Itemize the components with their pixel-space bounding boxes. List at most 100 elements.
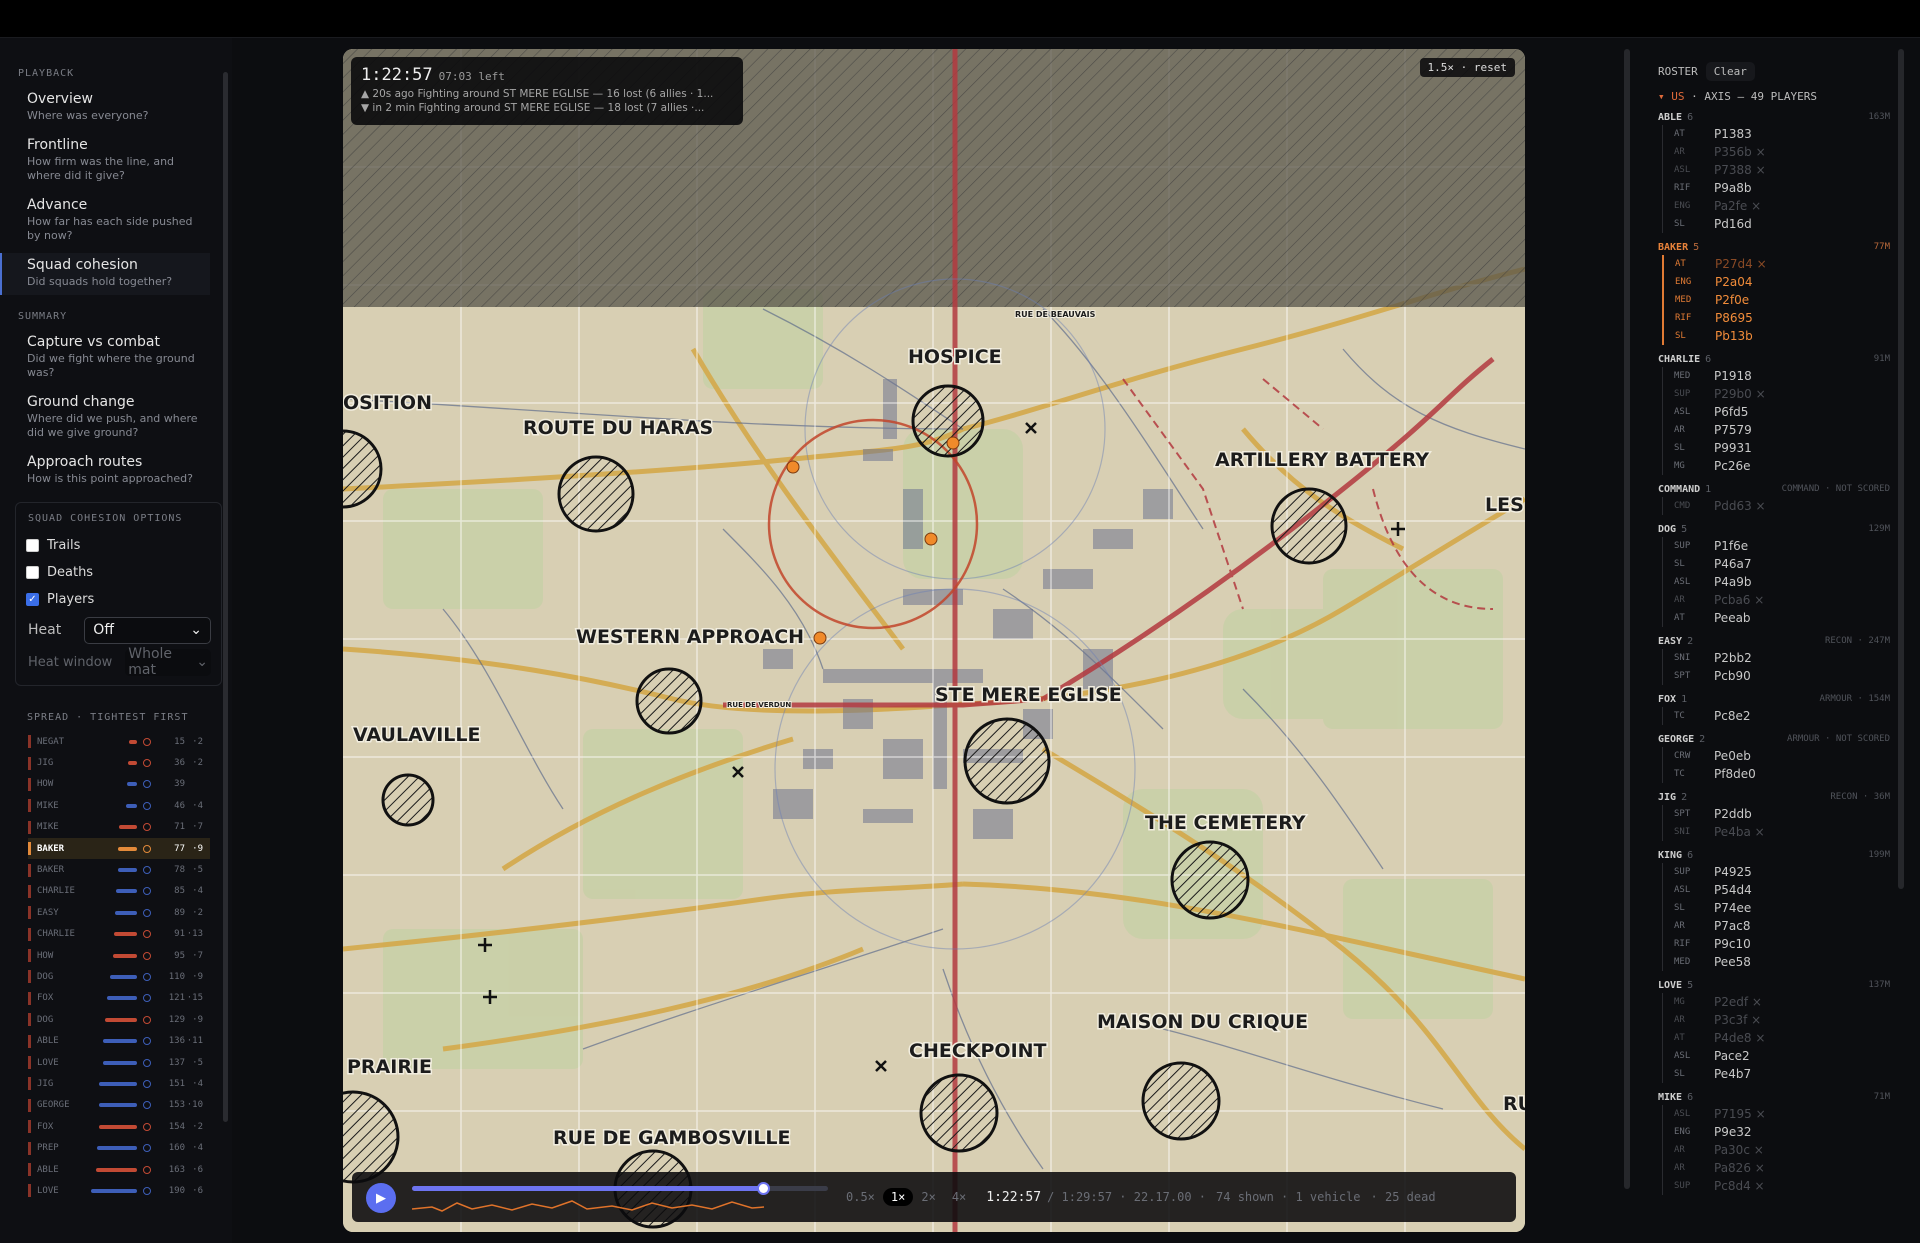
squad-group[interactable]: CHARLIE 6 91M MED P1918 SUP P29b0 × ASL P6fd5 AR P…	[1658, 351, 1890, 475]
player-row[interactable]: CRW Pe0eb	[1674, 747, 1890, 765]
map-canvas[interactable]: HOSPICE ROUTE DU HARAS ARTILLERY BATTERY…	[343, 49, 1525, 1232]
play-icon[interactable]: ▶	[366, 1183, 396, 1213]
spread-row[interactable]: LOVE 137 ·5	[28, 1052, 210, 1073]
player-row[interactable]: MG Pc26e	[1674, 457, 1890, 475]
player-row[interactable]: AT P4de8 ×	[1674, 1029, 1890, 1047]
heat-select[interactable]: Off ⌄	[84, 616, 211, 644]
squad-group[interactable]: COMMAND 1 COMMAND · NOT SCORED CMD Pdd63 ×	[1658, 481, 1890, 515]
checkbox-box-checked[interactable]: ✓	[26, 593, 39, 606]
squad-header[interactable]: ABLE 6 163M	[1658, 109, 1890, 125]
spread-row[interactable]: CHARLIE 85 ·4	[28, 881, 210, 902]
player-row[interactable]: SL P9931	[1674, 439, 1890, 457]
player-row[interactable]: SL Pb13b	[1675, 327, 1890, 345]
recent-event[interactable]: ▲ 20s ago Fighting around ST MERE EGLISE…	[361, 88, 733, 100]
nav-item[interactable]: Ground change Where did we push, and wher…	[0, 390, 210, 446]
player-row[interactable]: ASL P7388 ×	[1674, 161, 1890, 179]
heat-window-select[interactable]: Whole mat ⌄	[125, 646, 211, 678]
player-row[interactable]: AT P1383	[1674, 125, 1890, 143]
squad-header[interactable]: COMMAND 1 COMMAND · NOT SCORED	[1658, 481, 1890, 497]
squad-group[interactable]: JIG 2 RECON · 36M SPT P2ddb SNI Pe4ba ×	[1658, 789, 1890, 841]
player-row[interactable]: ASL P4a9b	[1674, 573, 1890, 591]
squad-group[interactable]: FOX 1 ARMOUR · 154M TC Pc8e2	[1658, 691, 1890, 725]
player-row[interactable]: SUP Pc8d4 ×	[1674, 1177, 1890, 1195]
player-row[interactable]: ASL P54d4	[1674, 881, 1890, 899]
player-row[interactable]: SL P46a7	[1674, 555, 1890, 573]
spread-row[interactable]: FOX 154 ·2	[28, 1116, 210, 1137]
spread-row[interactable]: PREP 160 ·4	[28, 1137, 210, 1158]
upcoming-event[interactable]: ▼ in 2 min Fighting around ST MERE EGLIS…	[361, 102, 733, 114]
timeline-handle[interactable]	[757, 1182, 770, 1195]
player-row[interactable]: TC Pc8e2	[1674, 707, 1890, 725]
player-row[interactable]: SL Pe4b7	[1674, 1065, 1890, 1083]
player-row[interactable]: AR Pa826 ×	[1674, 1159, 1890, 1177]
squad-header[interactable]: LOVE 5 137M	[1658, 977, 1890, 993]
player-row[interactable]: ASL Pace2	[1674, 1047, 1890, 1065]
squad-header[interactable]: KING 6 199M	[1658, 847, 1890, 863]
player-row[interactable]: SPT Pcb90	[1674, 667, 1890, 685]
spread-row[interactable]: HOW 39	[28, 774, 210, 795]
spread-row[interactable]: DOG 110 ·9	[28, 966, 210, 987]
player-row[interactable]: AR Pcba6 ×	[1674, 591, 1890, 609]
squad-group[interactable]: GEORGE 2 ARMOUR · NOT SCORED CRW Pe0eb TC Pf8d…	[1658, 731, 1890, 783]
squad-header[interactable]: GEORGE 2 ARMOUR · NOT SCORED	[1658, 731, 1890, 747]
player-row[interactable]: MED P1918	[1674, 367, 1890, 385]
trails-checkbox[interactable]: Trails	[26, 532, 211, 559]
squad-group[interactable]: DOG 5 129M SUP P1f6e SL P46a7 ASL P4a9b AR Pcba6 ×…	[1658, 521, 1890, 627]
player-row[interactable]: ASL P6fd5	[1674, 403, 1890, 421]
spread-row[interactable]: BAKER 78 ·5	[28, 859, 210, 880]
player-row[interactable]: RIF P8695	[1675, 309, 1890, 327]
player-row[interactable]: TC Pf8de0	[1674, 765, 1890, 783]
spread-row[interactable]: HOW 95 ·7	[28, 945, 210, 966]
spread-row[interactable]: FOX 121·15	[28, 988, 210, 1009]
player-row[interactable]: SUP P4925	[1674, 863, 1890, 881]
player-row[interactable]: SNI Pe4ba ×	[1674, 823, 1890, 841]
squad-header[interactable]: FOX 1 ARMOUR · 154M	[1658, 691, 1890, 707]
player-row[interactable]: SUP P29b0 ×	[1674, 385, 1890, 403]
tactical-map[interactable]: HOSPICE ROUTE DU HARAS ARTILLERY BATTERY…	[343, 49, 1525, 1232]
clear-button[interactable]: Clear	[1705, 61, 1755, 81]
nav-item[interactable]: Squad cohesion Did squads hold together?	[0, 253, 210, 295]
squad-header[interactable]: CHARLIE 6 91M	[1658, 351, 1890, 367]
nav-item[interactable]: Approach routes How is this point approac…	[0, 450, 210, 492]
player-row[interactable]: AR Pa30c ×	[1674, 1141, 1890, 1159]
zoom-reset-button[interactable]: 1.5× · reset	[1419, 58, 1515, 77]
spread-row[interactable]: NEGAT 15 ·2	[28, 731, 210, 752]
player-row[interactable]: SL Pd16d	[1674, 215, 1890, 233]
player-row[interactable]: MED Pee58	[1674, 953, 1890, 971]
team-summary[interactable]: ▾ US · AXIS — 49 PLAYERS	[1658, 90, 1890, 103]
spread-row[interactable]: ABLE 163 ·6	[28, 1159, 210, 1180]
spread-row[interactable]: MIKE 46 ·4	[28, 795, 210, 816]
team-us[interactable]: ▾ US	[1658, 90, 1685, 103]
speed-4x[interactable]: 4×	[944, 1190, 974, 1204]
checkbox-box[interactable]	[26, 539, 39, 552]
spread-row[interactable]: LOVE 190 ·6	[28, 1180, 210, 1201]
squad-group[interactable]: BAKER 5 77M AT P27d4 × ENG P2a04 MED P2f0e RIF P86…	[1658, 239, 1890, 345]
squad-group[interactable]: LOVE 5 137M MG P2edf × AR P3c3f × AT P4de8 × ASL P…	[1658, 977, 1890, 1083]
player-row[interactable]: ENG P2a04	[1675, 273, 1890, 291]
squad-header[interactable]: MIKE 6 71M	[1658, 1089, 1890, 1105]
squad-header[interactable]: JIG 2 RECON · 36M	[1658, 789, 1890, 805]
spread-row[interactable]: MIKE 71 ·7	[28, 817, 210, 838]
players-checkbox[interactable]: ✓ Players	[26, 586, 211, 613]
nav-item[interactable]: Overview Where was everyone?	[0, 87, 210, 129]
squad-group[interactable]: MIKE 6 71M ASL P7195 × ENG P9e32 AR Pa30c × AR Pa8…	[1658, 1089, 1890, 1195]
squad-group[interactable]: KING 6 199M SUP P4925 ASL P54d4 SL P74ee AR P7ac8 R…	[1658, 847, 1890, 971]
player-row[interactable]: CMD Pdd63 ×	[1674, 497, 1890, 515]
player-row[interactable]: ENG P9e32	[1674, 1123, 1890, 1141]
spread-row[interactable]: CHARLIE 91·13	[28, 924, 210, 945]
player-row[interactable]: AR P7579	[1674, 421, 1890, 439]
player-row[interactable]: RIF P9a8b	[1674, 179, 1890, 197]
player-row[interactable]: SUP P1f6e	[1674, 537, 1890, 555]
spread-row[interactable]: JIG 36 ·2	[28, 752, 210, 773]
squad-group[interactable]: EASY 2 RECON · 247M SNI P2bb2 SPT Pcb90	[1658, 633, 1890, 685]
squad-header[interactable]: BAKER 5 77M	[1658, 239, 1890, 255]
player-row[interactable]: AR P3c3f ×	[1674, 1011, 1890, 1029]
player-row[interactable]: SL P74ee	[1674, 899, 1890, 917]
spread-row[interactable]: BAKER 77 ·9	[28, 837, 210, 860]
player-row[interactable]: AT Peeab	[1674, 609, 1890, 627]
spread-row[interactable]: DOG 129 ·9	[28, 1009, 210, 1030]
spread-row[interactable]: ABLE 136·11	[28, 1030, 210, 1051]
deaths-checkbox[interactable]: Deaths	[26, 559, 211, 586]
spread-row[interactable]: JIG 151 ·4	[28, 1073, 210, 1094]
player-row[interactable]: MED P2f0e	[1675, 291, 1890, 309]
